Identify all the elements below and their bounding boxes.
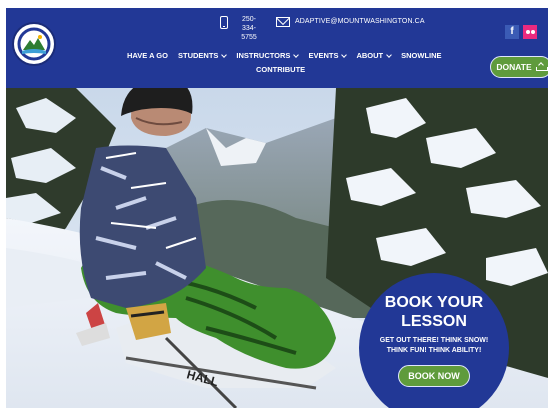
nav-label: EVENTS: [308, 51, 339, 60]
logo-icon: [15, 25, 53, 63]
book-lesson-callout: BOOK YOUR LESSON GET OUT THERE! THINK SN…: [359, 273, 509, 408]
donate-button[interactable]: DONATE: [490, 56, 548, 78]
donate-icon: [535, 63, 548, 71]
chevron-down-icon: [293, 51, 300, 58]
nav-item-about[interactable]: ABOUT: [356, 51, 392, 60]
phone-number[interactable]: 250-334-5755: [236, 15, 262, 42]
book-lesson-title: BOOK YOUR LESSON: [384, 294, 484, 330]
flickr-dot-blue: [525, 30, 530, 34]
nav-item-students[interactable]: STUDENTS: [177, 51, 228, 60]
nav-item-snowline[interactable]: SNOWLINE: [401, 51, 441, 60]
nav-item-have-a-go[interactable]: HAVE A GO: [127, 51, 168, 60]
nav-label: HAVE A GO: [127, 51, 168, 60]
book-lesson-text: GET OUT THERE! THINK SNOW! THINK FUN! TH…: [379, 337, 489, 354]
nav-item-instructors[interactable]: INSTRUCTORS: [236, 51, 300, 60]
nav-label: ABOUT: [356, 51, 384, 60]
nav-label: SNOWLINE: [401, 51, 442, 60]
contact-bar: 250-334-5755 ADAPTIVE@MOUNTWASHINGTON.CA: [220, 14, 425, 42]
page-frame: 250-334-5755 ADAPTIVE@MOUNTWASHINGTON.CA…: [6, 8, 548, 408]
flickr-icon[interactable]: [523, 25, 537, 39]
chevron-down-icon: [386, 51, 392, 58]
main-nav: HAVE A GO STUDENTS INSTRUCTORS EVENTS AB…: [127, 51, 452, 60]
phone-icon: [220, 16, 228, 29]
chevron-down-icon: [221, 51, 228, 58]
mail-icon: [276, 17, 290, 27]
nav-label: STUDENTS: [177, 51, 219, 60]
facebook-icon[interactable]: f: [505, 25, 519, 39]
nav-item-events[interactable]: EVENTS: [308, 51, 348, 60]
email-link[interactable]: ADAPTIVE@MOUNTWASHINGTON.CA: [295, 17, 425, 26]
logo[interactable]: [12, 22, 56, 66]
book-now-button[interactable]: BOOK NOW: [398, 365, 470, 387]
donate-label: DONATE: [496, 62, 532, 72]
chevron-down-icon: [341, 51, 348, 58]
nav-item-contribute[interactable]: CONTRIBUTE: [256, 65, 305, 74]
site-header: 250-334-5755 ADAPTIVE@MOUNTWASHINGTON.CA…: [6, 8, 548, 88]
flickr-dot-pink: [530, 30, 535, 34]
nav-label: INSTRUCTORS: [236, 51, 291, 60]
